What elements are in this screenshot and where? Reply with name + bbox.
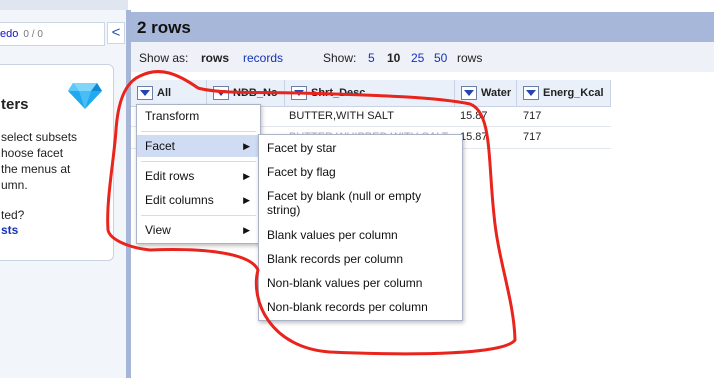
cell-energ-kcal[interactable]: 717 xyxy=(523,106,541,126)
submenu-arrow-icon: ▶ xyxy=(243,141,250,151)
column-header-label: Shrt_Desc xyxy=(311,87,366,99)
undo-redo-count: 0 / 0 xyxy=(23,29,43,40)
diamond-icon xyxy=(68,83,102,109)
facet-help-card: ters select subsets hoose facet the menu… xyxy=(0,64,114,261)
cell-water[interactable]: 15.87 xyxy=(460,106,488,126)
menu-item-facet[interactable]: Facet ▶ xyxy=(137,135,260,157)
page-size-10[interactable]: 10 xyxy=(387,51,400,65)
menu-separator xyxy=(141,131,256,132)
dropdown-arrow-icon[interactable] xyxy=(213,86,229,101)
menu-item-nonblank-records-per-column[interactable]: Non-blank records per column xyxy=(259,296,462,318)
dropdown-arrow-icon[interactable] xyxy=(523,86,539,101)
page-size-25[interactable]: 25 xyxy=(411,51,424,65)
mode-rows-option[interactable]: rows xyxy=(201,51,229,65)
rows-suffix-label: rows xyxy=(457,51,483,65)
menu-item-label: Edit rows xyxy=(145,169,195,183)
submenu-arrow-icon: ▶ xyxy=(243,195,250,205)
facet-help-link[interactable]: sts xyxy=(1,223,18,237)
menu-item-blank-records-per-column[interactable]: Blank records per column xyxy=(259,248,462,270)
undo-redo-tab[interactable]: edo 0 / 0 xyxy=(0,22,105,46)
dropdown-arrow-icon[interactable] xyxy=(461,86,477,101)
menu-item-facet-by-flag[interactable]: Facet by flag xyxy=(259,161,462,183)
page-size-5[interactable]: 5 xyxy=(368,51,375,65)
dropdown-arrow-icon[interactable] xyxy=(137,86,153,101)
all-column-menu: Transform Facet ▶ Edit rows ▶ Edit columns… xyxy=(136,104,261,244)
column-header-ndb-no[interactable]: NDB_No xyxy=(207,80,285,107)
menu-item-transform[interactable]: Transform xyxy=(137,105,260,127)
rows-header: 2 rows xyxy=(131,12,714,42)
mode-records-link[interactable]: records xyxy=(243,51,283,65)
facet-help-title: ters xyxy=(1,96,29,113)
menu-separator xyxy=(141,161,256,162)
submenu-arrow-icon: ▶ xyxy=(243,171,250,181)
menu-item-view[interactable]: View ▶ xyxy=(137,219,260,241)
column-header-label: Energ_Kcal xyxy=(543,87,604,99)
facet-help-line: the menus at xyxy=(1,162,71,176)
column-header-all[interactable]: All xyxy=(131,80,207,107)
page-size-50[interactable]: 50 xyxy=(434,51,447,65)
menu-item-label: View xyxy=(145,223,171,237)
facet-help-line: select subsets xyxy=(1,130,78,144)
column-header-energ-kcal[interactable]: Energ_Kcal xyxy=(517,80,611,107)
show-label: Show: xyxy=(323,51,357,65)
menu-separator xyxy=(141,215,256,216)
collapse-panel-button[interactable]: < xyxy=(107,22,125,44)
column-header-label: NDB_No xyxy=(233,87,278,99)
menu-item-label: Edit columns xyxy=(145,193,214,207)
cell-shrt-desc[interactable]: BUTTER,WITH SALT xyxy=(289,106,394,126)
facet-help-text: select subsets hoose facet the menus at … xyxy=(1,129,77,193)
menu-item-facet-by-star[interactable]: Facet by star xyxy=(259,137,462,159)
column-header-label: Water xyxy=(481,87,512,99)
menu-item-facet-by-blank[interactable]: Facet by blank (null or empty string) xyxy=(259,187,462,221)
dropdown-arrow-icon[interactable] xyxy=(291,86,307,101)
menu-item-label: Transform xyxy=(145,109,200,123)
show-as-label: Show as: xyxy=(139,51,189,65)
view-options-bar: Show as: rows records Show: 5 10 25 50 r… xyxy=(131,42,714,72)
menu-item-edit-columns[interactable]: Edit columns ▶ xyxy=(137,189,260,211)
menu-item-label: Facet xyxy=(145,139,176,153)
cell-water[interactable]: 15.87 xyxy=(460,127,488,147)
column-header-water[interactable]: Water xyxy=(455,80,517,107)
column-header-shrt-desc[interactable]: Shrt_Desc xyxy=(285,80,455,107)
cell-energ-kcal[interactable]: 717 xyxy=(523,127,541,147)
facet-help-question: ted? xyxy=(1,208,25,222)
row-count-title: 2 rows xyxy=(137,18,191,37)
menu-item-edit-rows[interactable]: Edit rows ▶ xyxy=(137,165,260,187)
top-strip xyxy=(0,0,128,10)
facet-submenu: Facet by star Facet by flag Facet by bla… xyxy=(258,134,463,321)
facet-help-line: umn. xyxy=(1,178,28,192)
submenu-arrow-icon: ▶ xyxy=(243,225,250,235)
menu-item-nonblank-values-per-column[interactable]: Non-blank values per column xyxy=(259,272,462,294)
menu-item-blank-values-per-column[interactable]: Blank values per column xyxy=(259,224,462,246)
column-header-label: All xyxy=(157,87,172,99)
facet-help-line: hoose facet xyxy=(1,146,64,160)
undo-redo-label: edo xyxy=(0,28,19,40)
